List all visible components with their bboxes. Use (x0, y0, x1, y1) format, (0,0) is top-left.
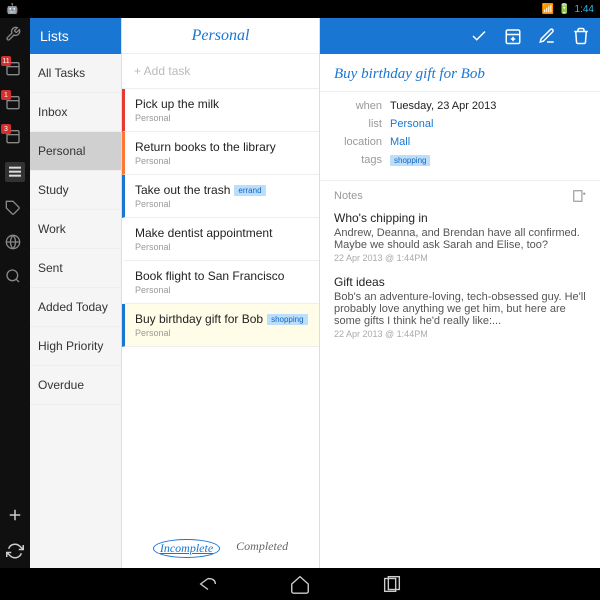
add-note-icon[interactable] (572, 189, 586, 203)
task-item[interactable]: Book flight to San Francisco Personal (122, 261, 319, 304)
notes-label: Notes (334, 190, 363, 202)
tags-value[interactable]: shopping (390, 155, 430, 166)
note-title: Who's chipping in (334, 211, 586, 225)
note-body: Andrew, Deanna, and Brendan have all con… (334, 227, 586, 251)
add-icon[interactable] (6, 506, 24, 524)
task-title: Return books to the library (135, 140, 313, 154)
note-item[interactable]: Who's chipping in Andrew, Deanna, and Bre… (334, 211, 586, 263)
complete-icon[interactable] (470, 27, 488, 45)
task-title: Buy birthday gift for Bobshopping (135, 312, 313, 326)
search-icon[interactable] (5, 268, 25, 284)
list-label: list (334, 118, 382, 130)
list-item[interactable]: High Priority (30, 327, 121, 366)
calendar-week-icon[interactable]: 3 (5, 128, 25, 144)
android-icon: 🤖 (6, 4, 18, 15)
back-button[interactable] (197, 573, 219, 595)
task-tag: shopping (267, 314, 307, 325)
task-item[interactable]: Return books to the library Personal (122, 132, 319, 175)
calendar-day-icon[interactable]: 1 (5, 94, 25, 110)
tab-incomplete[interactable]: Incomplete (153, 539, 220, 558)
lists-header: Lists (30, 18, 121, 54)
task-item[interactable]: Buy birthday gift for Bobshopping Persona… (122, 304, 319, 347)
add-task-input[interactable]: + Add task (122, 54, 319, 89)
calendar-month-icon[interactable]: 11 (5, 60, 25, 76)
when-label: when (334, 100, 382, 112)
tasks-panel: Personal + Add task Pick up the milk Pers… (122, 18, 320, 568)
list-item[interactable]: Personal (30, 132, 121, 171)
task-title: Pick up the milk (135, 97, 313, 111)
note-body: Bob's an adventure-loving, tech-obsessed… (334, 291, 586, 327)
note-timestamp: 22 Apr 2013 @ 1:44PM (334, 329, 586, 339)
when-value[interactable]: Tuesday, 23 Apr 2013 (390, 100, 496, 112)
task-title: Make dentist appointment (135, 226, 313, 240)
list-item[interactable]: Sent (30, 249, 121, 288)
clock: 1:44 (575, 4, 594, 15)
task-sublabel: Personal (135, 328, 313, 338)
globe-icon[interactable] (5, 234, 25, 250)
task-item[interactable]: Take out the trasherrand Personal (122, 175, 319, 218)
icon-rail: 11 1 3 (0, 18, 30, 568)
tag-icon[interactable] (5, 200, 25, 216)
task-sublabel: Personal (135, 113, 313, 123)
list-item[interactable]: All Tasks (30, 54, 121, 93)
task-sublabel: Personal (135, 285, 313, 295)
task-title: Book flight to San Francisco (135, 269, 313, 283)
note-title: Gift ideas (334, 275, 586, 289)
task-sublabel: Personal (135, 156, 313, 166)
task-sublabel: Personal (135, 242, 313, 252)
tab-completed[interactable]: Completed (236, 539, 288, 558)
detail-toolbar (320, 18, 600, 54)
list-item[interactable]: Added Today (30, 288, 121, 327)
home-button[interactable] (289, 573, 311, 595)
recents-button[interactable] (381, 573, 403, 595)
battery-icon: 🔋 (558, 4, 570, 15)
badge: 11 (1, 56, 11, 66)
status-bar: 🤖 📶 🔋 1:44 (0, 0, 600, 18)
task-item[interactable]: Make dentist appointment Personal (122, 218, 319, 261)
list-item[interactable]: Work (30, 210, 121, 249)
list-item[interactable]: Inbox (30, 93, 121, 132)
task-item[interactable]: Pick up the milk Personal (122, 89, 319, 132)
list-all-icon[interactable] (5, 162, 25, 182)
list-item[interactable]: Study (30, 171, 121, 210)
badge: 3 (1, 124, 11, 134)
task-tag: errand (234, 185, 265, 196)
task-sublabel: Personal (135, 199, 313, 209)
list-value[interactable]: Personal (390, 118, 433, 130)
wrench-icon[interactable] (5, 26, 25, 42)
detail-panel: Buy birthday gift for Bob when Tuesday, 2… (320, 18, 600, 568)
task-title: Take out the trasherrand (135, 183, 313, 197)
location-value[interactable]: Mall (390, 136, 410, 148)
note-item[interactable]: Gift ideas Bob's an adventure-loving, tec… (334, 275, 586, 339)
detail-title: Buy birthday gift for Bob (320, 54, 600, 92)
sync-icon[interactable] (6, 542, 24, 560)
edit-icon[interactable] (538, 27, 556, 45)
location-label: location (334, 136, 382, 148)
lists-panel: Lists All TasksInboxPersonalStudyWorkSen… (30, 18, 122, 568)
tags-label: tags (334, 154, 382, 166)
list-item[interactable]: Overdue (30, 366, 121, 405)
android-navbar (0, 568, 600, 600)
note-timestamp: 22 Apr 2013 @ 1:44PM (334, 253, 586, 263)
trash-icon[interactable] (572, 27, 590, 45)
badge: 1 (1, 90, 11, 100)
tasks-header: Personal (122, 18, 319, 54)
wifi-icon: 📶 (542, 4, 554, 15)
postpone-icon[interactable] (504, 27, 522, 45)
